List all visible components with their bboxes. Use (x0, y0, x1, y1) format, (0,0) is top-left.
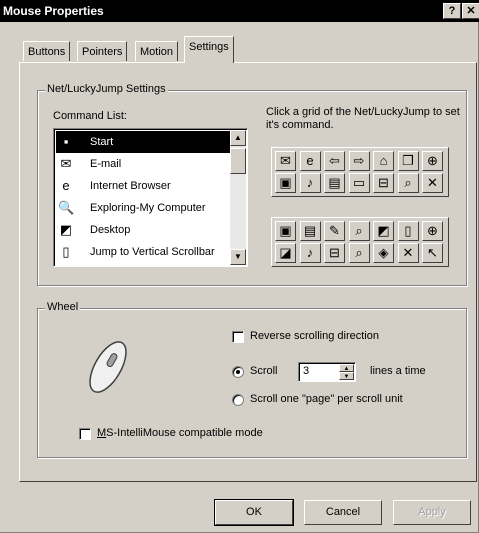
start-icon: ▪ (63, 134, 69, 149)
scroll-page-radio[interactable] (232, 394, 244, 406)
window-icon[interactable]: ▣ (275, 173, 296, 193)
apply-button[interactable]: Apply (393, 500, 471, 525)
command-item[interactable]: 🔍 Exploring-My Computer (56, 197, 232, 219)
intellimouse-label: MS-IntelliMouse compatible mode (97, 427, 263, 439)
minimize-window-icon[interactable]: ⊟ (373, 173, 394, 193)
window-title: Mouse Properties (3, 4, 104, 18)
mouse-wheel-image (76, 332, 140, 402)
command-item[interactable]: ▯ Jump to Vertical Scrollbar (56, 241, 232, 263)
scroll-page-label: Scroll one "page" per scroll unit (250, 393, 403, 405)
net-luckyjump-legend: Net/LuckyJump Settings (45, 83, 168, 95)
spinner-up-button[interactable]: ▲ (339, 364, 354, 372)
document-icon[interactable]: ▤ (324, 173, 345, 193)
intellimouse-mnemonic: M (97, 427, 107, 439)
intellimouse-checkbox[interactable] (79, 428, 91, 440)
tab-motion[interactable]: Motion (135, 41, 179, 61)
explorer-icon[interactable]: ⌕ (348, 221, 370, 241)
edit-icon[interactable]: ✎ (324, 221, 345, 241)
command-grid-bottom: ▣ ▤ ✎ ⌕ ◩ ▯ ⊕ ◪ ♪ ⊟ ⌕ ◈ ✕ ↖ (271, 217, 449, 267)
minimize-window-icon[interactable]: ⊟ (324, 243, 345, 263)
search-doc-icon[interactable]: ⌕ (348, 243, 370, 263)
internet-explorer-icon: e (62, 178, 70, 193)
internet-explorer-icon[interactable]: e (299, 151, 321, 171)
search-doc-icon[interactable]: ⌕ (397, 173, 419, 193)
scroll-up-button[interactable]: ▲ (230, 130, 246, 146)
command-list[interactable]: ▯ Jump to Vertical Scrollbar ◩ Desktop 🔍 Expl… (53, 128, 248, 267)
reverse-scroll-label: Reverse scrolling direction (250, 330, 379, 342)
intellimouse-label-text: S-IntelliMouse compatible mode (106, 427, 263, 439)
speaker-icon[interactable]: ♪ (299, 243, 321, 263)
radio-selected-dot (236, 370, 240, 374)
email-icon: ✉ (60, 156, 72, 171)
vertical-scrollbar-icon[interactable]: ▯ (397, 221, 419, 241)
copy-icon[interactable]: ❐ (397, 151, 419, 171)
command-item-label: Desktop (90, 224, 131, 236)
forward-arrow-icon[interactable]: ⇨ (348, 151, 370, 171)
crosshair-icon[interactable]: ⊕ (422, 221, 443, 241)
explorer-icon: 🔍 (58, 200, 75, 215)
scroll-lines-radio[interactable] (232, 366, 244, 378)
command-item-label: Exploring-My Computer (90, 202, 206, 214)
close-x-icon[interactable]: ✕ (422, 173, 443, 193)
command-item[interactable]: ◩ Desktop (56, 219, 232, 241)
scroll-down-button[interactable]: ▼ (230, 249, 246, 265)
command-item[interactable]: ✉ E-mail (56, 153, 232, 175)
home-folder-icon[interactable]: ⌂ (373, 151, 394, 171)
lines-a-time-label: lines a time (370, 365, 426, 377)
resize-arrow-icon[interactable]: ↖ (422, 243, 443, 263)
command-item[interactable]: e Internet Browser (56, 175, 232, 197)
document-icon[interactable]: ▤ (299, 221, 321, 241)
scroll-lines-value[interactable]: 3 (303, 365, 309, 377)
tab-buttons[interactable]: Buttons (23, 41, 71, 61)
command-list-label: Command List: (53, 110, 127, 122)
command-item-label: Start (90, 136, 114, 148)
desktop-icon[interactable]: ◩ (373, 221, 394, 241)
close-button[interactable]: ✕ (462, 3, 479, 19)
drive-icon[interactable]: ◪ (275, 243, 296, 263)
screen-icon[interactable]: ▭ (348, 173, 370, 193)
desktop-icon: ◩ (59, 222, 73, 237)
vertical-scrollbar[interactable]: ▲ ▼ (230, 130, 246, 265)
scroll-lines-label: Scroll (250, 365, 278, 377)
wheel-legend: Wheel (45, 301, 81, 313)
disk-icon[interactable]: ◈ (373, 243, 394, 263)
title-bar[interactable]: Mouse Properties ? ✕ (0, 0, 479, 22)
scroll-thumb[interactable] (230, 148, 246, 174)
command-item[interactable]: ▪ Start (56, 131, 232, 153)
mouse-properties-dialog: Mouse Properties ? ✕ Buttons Pointers Mo… (0, 0, 479, 533)
tab-settings[interactable]: Settings (184, 36, 234, 63)
spinner-down-button[interactable]: ▼ (339, 372, 354, 380)
tab-pointers[interactable]: Pointers (77, 41, 128, 61)
back-arrow-icon[interactable]: ⇦ (324, 151, 345, 171)
close-x-icon[interactable]: ✕ (397, 243, 419, 263)
command-item-label: E-mail (90, 158, 122, 170)
reverse-scroll-checkbox[interactable] (232, 331, 244, 343)
command-grid-top: ✉ e ⇦ ⇨ ⌂ ❐ ⊕ ▣ ♪ ▤ ▭ ⊟ ⌕ ✕ (271, 147, 449, 197)
cancel-button[interactable]: Cancel (304, 500, 382, 525)
email-icon[interactable]: ✉ (275, 151, 296, 171)
help-button[interactable]: ? (443, 3, 461, 19)
window-icon[interactable]: ▣ (275, 221, 296, 241)
command-item-label: Jump to Vertical Scrollbar (90, 246, 215, 258)
crosshair-icon[interactable]: ⊕ (422, 151, 443, 171)
command-item-label: Internet Browser (90, 180, 171, 192)
scroll-lines-spinner[interactable]: 3 ▲ ▼ (298, 362, 356, 382)
grid-hint-text: Click a grid of the Net/LuckyJump to set… (266, 106, 460, 131)
ok-button[interactable]: OK (214, 499, 294, 526)
vertical-scrollbar-icon: ▯ (62, 244, 70, 259)
speaker-icon[interactable]: ♪ (299, 173, 321, 193)
